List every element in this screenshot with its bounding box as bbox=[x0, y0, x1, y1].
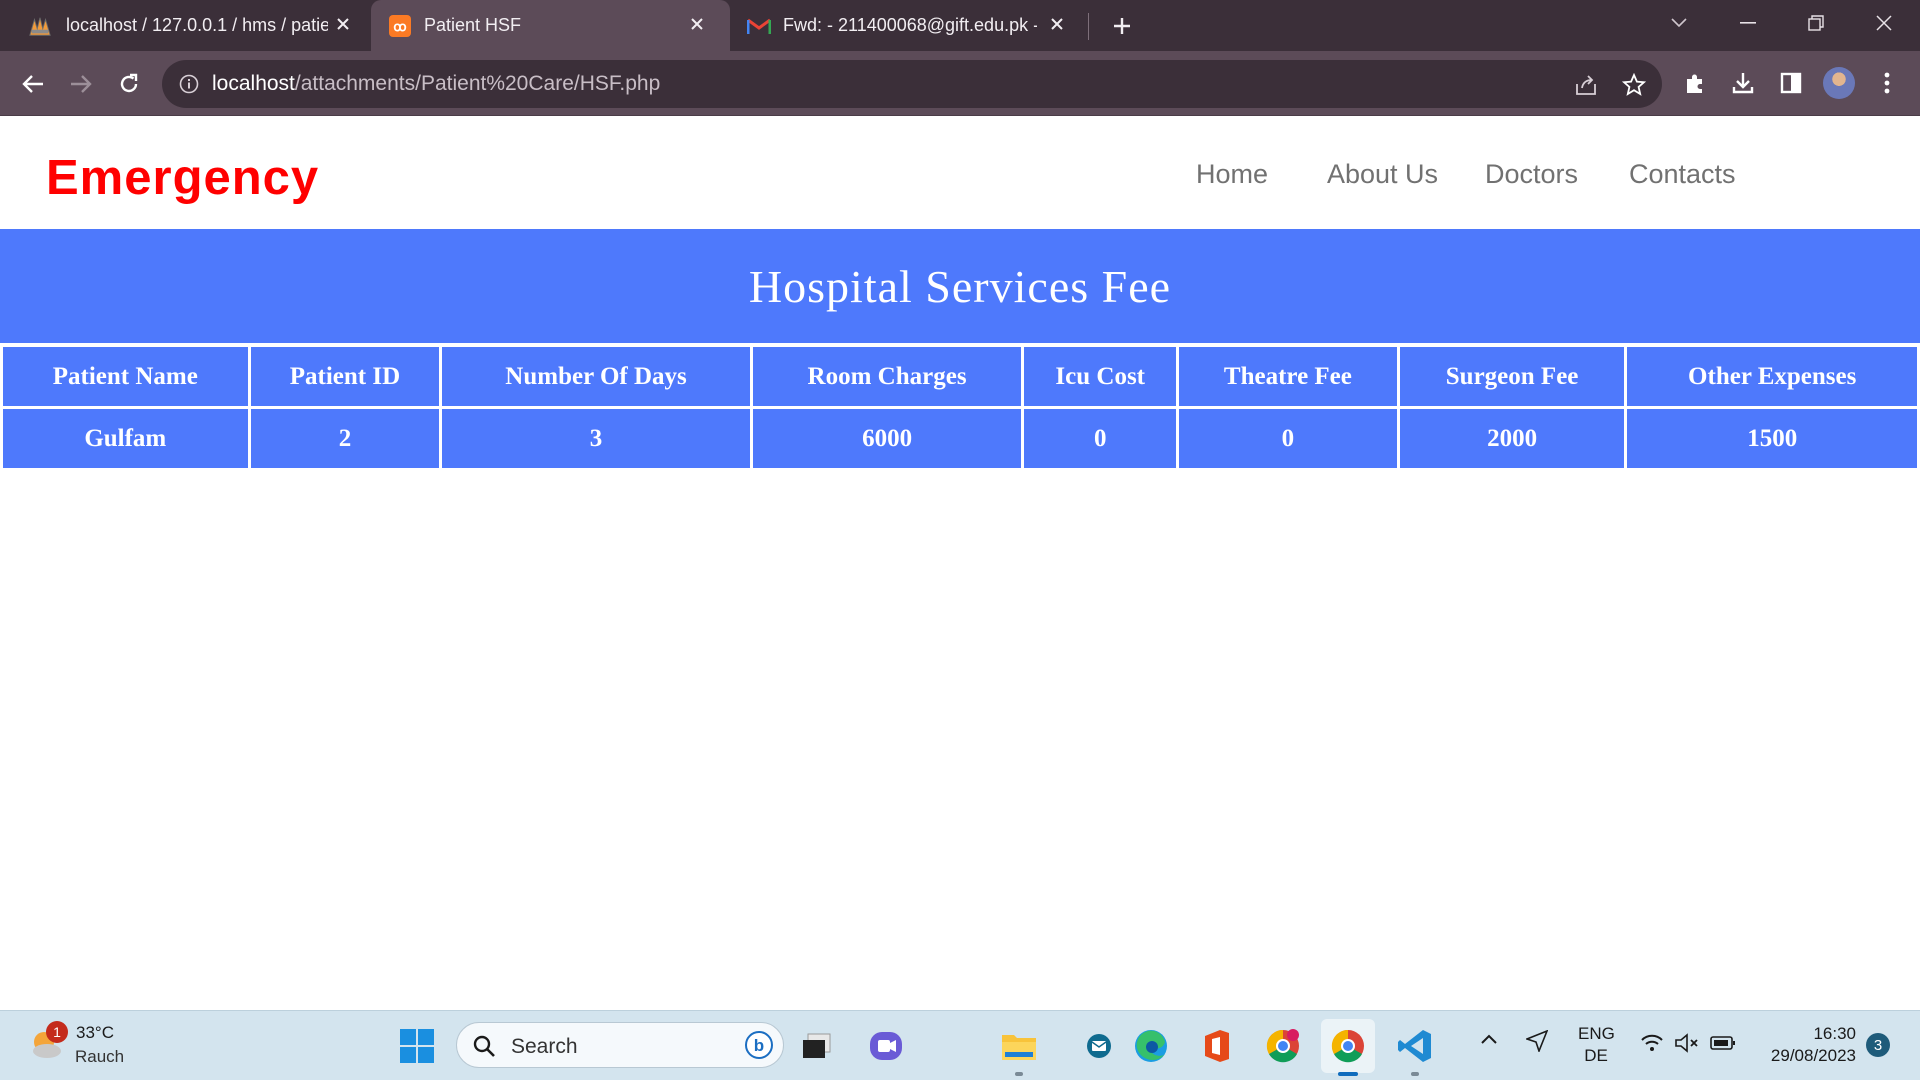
profile-avatar[interactable] bbox=[1823, 67, 1855, 99]
page-content: Emergency Home About Us Doctors Contacts… bbox=[0, 117, 1920, 1010]
nav-about-us[interactable]: About Us bbox=[1327, 159, 1438, 190]
keyboard-layout: DE bbox=[1584, 1046, 1608, 1065]
show-hidden-icons-chevron-icon[interactable] bbox=[1480, 1033, 1498, 1045]
running-indicator bbox=[1015, 1072, 1023, 1076]
new-tab-icon[interactable] bbox=[1106, 10, 1138, 42]
volume-muted-icon[interactable] bbox=[1674, 1033, 1700, 1053]
file-explorer-icon[interactable] bbox=[999, 1026, 1039, 1076]
close-window-icon[interactable] bbox=[1864, 6, 1904, 40]
close-icon[interactable] bbox=[330, 11, 356, 37]
tab-phpmyadmin[interactable]: localhost / 127.0.0.1 / hms / patie bbox=[0, 0, 370, 51]
forward-arrow-icon[interactable] bbox=[63, 66, 99, 102]
page-title: Hospital Services Fee bbox=[748, 260, 1172, 312]
brand-logo-text[interactable]: Emergency bbox=[46, 150, 319, 206]
close-icon[interactable] bbox=[684, 11, 710, 37]
reload-icon[interactable] bbox=[111, 66, 147, 102]
tab-title: localhost / 127.0.0.1 / hms / patie bbox=[66, 15, 328, 35]
table-cell: 0 bbox=[1179, 409, 1397, 468]
column-header: Patient ID bbox=[250, 347, 440, 406]
table-cell: 2000 bbox=[1399, 409, 1625, 468]
vscode-icon[interactable] bbox=[1395, 1026, 1435, 1076]
svg-text:b: b bbox=[754, 1036, 764, 1055]
side-panel-icon[interactable] bbox=[1776, 68, 1806, 98]
mail-icon[interactable] bbox=[1079, 1026, 1119, 1066]
nav-home[interactable]: Home bbox=[1196, 159, 1268, 190]
notification-badge[interactable]: 3 bbox=[1866, 1033, 1890, 1057]
bing-icon[interactable]: b bbox=[743, 1029, 775, 1061]
minimize-icon[interactable] bbox=[1728, 6, 1768, 40]
phpmyadmin-icon bbox=[28, 14, 52, 38]
task-view-icon[interactable] bbox=[797, 1026, 837, 1066]
table-cell: 3 bbox=[442, 409, 750, 468]
site-info-icon[interactable] bbox=[178, 73, 200, 95]
download-icon[interactable] bbox=[1728, 68, 1758, 98]
nav-contacts[interactable]: Contacts bbox=[1629, 159, 1736, 190]
clock-time: 16:30 bbox=[1813, 1024, 1856, 1043]
taskbar-search[interactable]: Search b bbox=[456, 1022, 784, 1068]
table-row: Gulfam 2 3 6000 0 0 2000 1500 bbox=[3, 409, 1917, 468]
close-icon[interactable] bbox=[1044, 11, 1070, 37]
gmail-icon bbox=[747, 14, 771, 38]
restore-icon[interactable] bbox=[1796, 6, 1836, 40]
office-icon[interactable] bbox=[1197, 1026, 1237, 1066]
system-clock[interactable]: 16:30 29/08/2023 bbox=[1756, 1023, 1856, 1067]
table-cell: 1500 bbox=[1627, 409, 1917, 468]
wifi-icon[interactable] bbox=[1640, 1033, 1664, 1053]
tab-strip: localhost / 127.0.0.1 / hms / patie ꝏ Pa… bbox=[0, 0, 1920, 51]
tab-search-chevron-icon[interactable] bbox=[1659, 6, 1699, 40]
table-cell: 0 bbox=[1024, 409, 1177, 468]
active-indicator bbox=[1338, 1072, 1358, 1076]
menu-kebab-icon[interactable] bbox=[1872, 68, 1902, 98]
column-header: Surgeon Fee bbox=[1399, 347, 1625, 406]
back-arrow-icon[interactable] bbox=[15, 66, 51, 102]
table-cell: 2 bbox=[250, 409, 440, 468]
table-header-row: Patient Name Patient ID Number Of Days R… bbox=[3, 347, 1917, 406]
column-header: Theatre Fee bbox=[1179, 347, 1397, 406]
page-banner: Hospital Services Fee bbox=[0, 229, 1920, 343]
extensions-puzzle-icon[interactable] bbox=[1680, 68, 1710, 98]
url-host: localhost bbox=[212, 72, 295, 95]
battery-icon[interactable] bbox=[1710, 1035, 1736, 1051]
browser-toolbar: localhost/attachments/Patient%20Care/HSF… bbox=[0, 51, 1920, 116]
tab-separator bbox=[1088, 13, 1089, 40]
column-header: Patient Name bbox=[3, 347, 248, 406]
edge-browser-icon[interactable] bbox=[1131, 1026, 1171, 1066]
column-header: Other Expenses bbox=[1627, 347, 1917, 406]
taskbar: 1 33°C Rauch Search b ENG DE 16:30 29/08… bbox=[0, 1010, 1920, 1080]
weather-badge: 1 bbox=[46, 1021, 68, 1043]
tab-patient-hsf[interactable]: ꝏ Patient HSF bbox=[371, 0, 730, 51]
bookmark-star-icon[interactable] bbox=[1621, 72, 1647, 98]
share-icon[interactable] bbox=[1573, 72, 1599, 98]
weather-temperature: 33°C bbox=[76, 1023, 114, 1042]
tab-title: Fwd: - 211400068@gift.edu.pk - bbox=[783, 15, 1037, 35]
tab-gmail[interactable]: Fwd: - 211400068@gift.edu.pk - bbox=[731, 0, 1086, 51]
tab-title: Patient HSF bbox=[424, 15, 522, 35]
xampp-icon: ꝏ bbox=[388, 14, 412, 38]
url-path: /attachments/Patient%20Care/HSF.php bbox=[294, 72, 661, 95]
column-header: Number Of Days bbox=[442, 347, 750, 406]
address-bar[interactable]: localhost/attachments/Patient%20Care/HSF… bbox=[162, 60, 1662, 108]
language-code: ENG bbox=[1578, 1024, 1615, 1043]
windows-start-icon[interactable] bbox=[397, 1026, 437, 1066]
chrome-profile-icon[interactable] bbox=[1263, 1026, 1303, 1066]
svg-text:ꝏ: ꝏ bbox=[393, 19, 406, 34]
weather-description: Rauch bbox=[75, 1047, 125, 1066]
input-language[interactable]: ENG DE bbox=[1578, 1023, 1615, 1067]
clock-date: 29/08/2023 bbox=[1770, 1046, 1856, 1065]
fees-table: Patient Name Patient ID Number Of Days R… bbox=[0, 344, 1920, 471]
search-placeholder: Search bbox=[511, 1035, 578, 1058]
nav-doctors[interactable]: Doctors bbox=[1485, 159, 1578, 190]
column-header: Icu Cost bbox=[1024, 347, 1177, 406]
table-cell: 6000 bbox=[752, 409, 1022, 468]
column-header: Room Charges bbox=[752, 347, 1022, 406]
location-icon[interactable] bbox=[1526, 1030, 1548, 1052]
table-cell: Gulfam bbox=[3, 409, 248, 468]
teams-chat-icon[interactable] bbox=[866, 1026, 906, 1066]
chrome-icon[interactable] bbox=[1321, 1019, 1375, 1076]
running-indicator bbox=[1411, 1072, 1419, 1076]
url-text[interactable]: localhost/attachments/Patient%20Care/HSF… bbox=[212, 72, 660, 96]
search-icon bbox=[471, 1033, 497, 1059]
